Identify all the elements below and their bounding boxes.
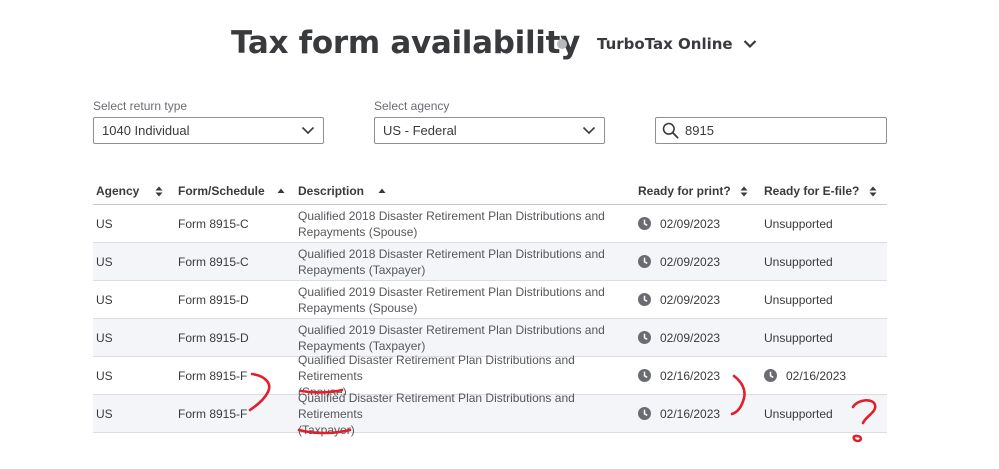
page-title: Tax form availability <box>231 25 581 61</box>
print-date: 02/09/2023 <box>660 330 721 345</box>
product-label: TurboTax Online <box>597 35 733 53</box>
efile-status: 02/16/2023 <box>786 368 847 383</box>
efile-status: Unsupported <box>764 330 833 345</box>
table-header: Agency Form/Schedule Description Ready f… <box>93 178 887 205</box>
description-line: Qualified 2018 Disaster Retirement Plan … <box>298 246 605 261</box>
efile-status: Unsupported <box>764 406 833 421</box>
form-cell: Form 8915-D <box>178 330 249 345</box>
description-line: Qualified Disaster Retirement Plan Distr… <box>298 390 575 421</box>
agency-value: US - Federal <box>383 123 457 138</box>
column-form-header[interactable]: Form/Schedule <box>178 178 265 204</box>
column-label: Ready for E-file? <box>764 184 860 198</box>
description-cell: Qualified 2019 Disaster Retirement Plan … <box>298 319 628 356</box>
search-icon <box>662 122 679 139</box>
search-box[interactable] <box>655 117 887 144</box>
sort-icon[interactable] <box>740 186 748 197</box>
description-line: Qualified 2019 Disaster Retirement Plan … <box>298 322 605 337</box>
clock-icon <box>638 293 651 306</box>
efile-cell: Unsupported <box>764 319 833 356</box>
efile-status: Unsupported <box>764 292 833 307</box>
product-selector[interactable]: TurboTax Online <box>597 30 757 58</box>
search-input[interactable] <box>685 123 875 138</box>
print-cell: 02/09/2023 <box>638 281 720 318</box>
print-date: 02/09/2023 <box>660 216 721 231</box>
agency-cell: US <box>96 254 113 269</box>
table-row: US Form 8915-C Qualified 2018 Disaster R… <box>93 243 887 281</box>
form-cell: Form 8915-C <box>178 254 249 269</box>
description-line: Repayments (Spouse) <box>298 224 418 239</box>
column-description-header[interactable]: Description <box>298 178 364 204</box>
form-cell: Form 8915-D <box>178 292 249 307</box>
print-cell: 02/09/2023 <box>638 205 720 242</box>
description-line: Qualified 2019 Disaster Retirement Plan … <box>298 284 605 299</box>
agency-cell: US <box>96 292 113 307</box>
table-row: US Form 8915-F Qualified Disaster Retire… <box>93 391 887 437</box>
print-cell: 02/09/2023 <box>638 243 720 280</box>
column-agency-header[interactable]: Agency <box>96 178 139 204</box>
description-line: Qualified 2018 Disaster Retirement Plan … <box>298 208 605 223</box>
sort-asc-icon[interactable] <box>378 188 386 194</box>
clock-icon <box>638 331 651 344</box>
clock-icon <box>638 217 651 230</box>
return-type-value: 1040 Individual <box>102 123 190 138</box>
description-cell: Qualified Disaster Retirement Plan Distr… <box>298 391 628 437</box>
print-date: 02/16/2023 <box>660 406 721 421</box>
agency-cell: US <box>96 368 113 383</box>
clock-icon <box>638 369 651 382</box>
efile-status: Unsupported <box>764 254 833 269</box>
efile-status: Unsupported <box>764 216 833 231</box>
column-label: Form/Schedule <box>178 184 265 198</box>
description-line: Repayments (Taxpayer) <box>298 262 426 277</box>
column-label: Ready for print? <box>638 184 731 198</box>
description-line: Repayments (Taxpayer) <box>298 338 426 353</box>
column-print-header[interactable]: Ready for print? <box>638 178 731 204</box>
agency-cell: US <box>96 406 113 421</box>
form-cell: Form 8915-F <box>178 406 248 421</box>
description-cell: Qualified Disaster Retirement Plan Distr… <box>298 353 628 399</box>
form-cell: Form 8915-C <box>178 216 249 231</box>
chevron-down-icon <box>301 126 315 135</box>
return-type-label: Select return type <box>93 99 188 113</box>
sort-asc-icon[interactable] <box>277 188 285 194</box>
sort-icon[interactable] <box>155 186 163 197</box>
print-date: 02/16/2023 <box>660 368 721 383</box>
table-row: US Form 8915-C Qualified 2018 Disaster R… <box>93 205 887 243</box>
agency-select[interactable]: US - Federal <box>374 117 605 144</box>
efile-cell: Unsupported <box>764 395 833 432</box>
agency-label: Select agency <box>374 99 450 113</box>
description-line: Qualified Disaster Retirement Plan Distr… <box>298 352 575 383</box>
clock-icon <box>764 369 777 382</box>
column-efile-header[interactable]: Ready for E-file? <box>764 178 859 204</box>
print-cell: 02/16/2023 <box>638 395 720 432</box>
forms-table: Agency Form/Schedule Description Ready f… <box>93 178 887 437</box>
print-cell: 02/16/2023 <box>638 357 720 394</box>
sort-icon[interactable] <box>869 186 877 197</box>
efile-cell: Unsupported <box>764 205 833 242</box>
description-cell: Qualified 2018 Disaster Retirement Plan … <box>298 243 628 280</box>
agency-cell: US <box>96 216 113 231</box>
column-label: Description <box>298 184 365 198</box>
form-cell: Form 8915-F <box>178 368 248 383</box>
chevron-down-icon <box>743 40 756 49</box>
return-type-select[interactable]: 1040 Individual <box>93 117 324 144</box>
clock-icon <box>638 255 651 268</box>
efile-cell: Unsupported <box>764 281 833 318</box>
agency-cell: US <box>96 330 113 345</box>
table-body: US Form 8915-C Qualified 2018 Disaster R… <box>93 205 887 437</box>
column-label: Agency <box>96 184 140 198</box>
table-row: US Form 8915-D Qualified 2019 Disaster R… <box>93 281 887 319</box>
description-line: (Taxpayer) <box>298 422 355 437</box>
description-cell: Qualified 2019 Disaster Retirement Plan … <box>298 281 628 318</box>
print-cell: 02/09/2023 <box>638 319 720 356</box>
clock-icon <box>638 407 651 420</box>
description-cell: Qualified 2018 Disaster Retirement Plan … <box>298 205 628 242</box>
print-date: 02/09/2023 <box>660 254 721 269</box>
print-date: 02/09/2023 <box>660 292 721 307</box>
description-line: Repayments (Spouse) <box>298 300 418 315</box>
efile-cell: 02/16/2023 <box>764 357 846 394</box>
efile-cell: Unsupported <box>764 243 833 280</box>
separator-dot <box>557 39 567 49</box>
chevron-down-icon <box>582 126 596 135</box>
